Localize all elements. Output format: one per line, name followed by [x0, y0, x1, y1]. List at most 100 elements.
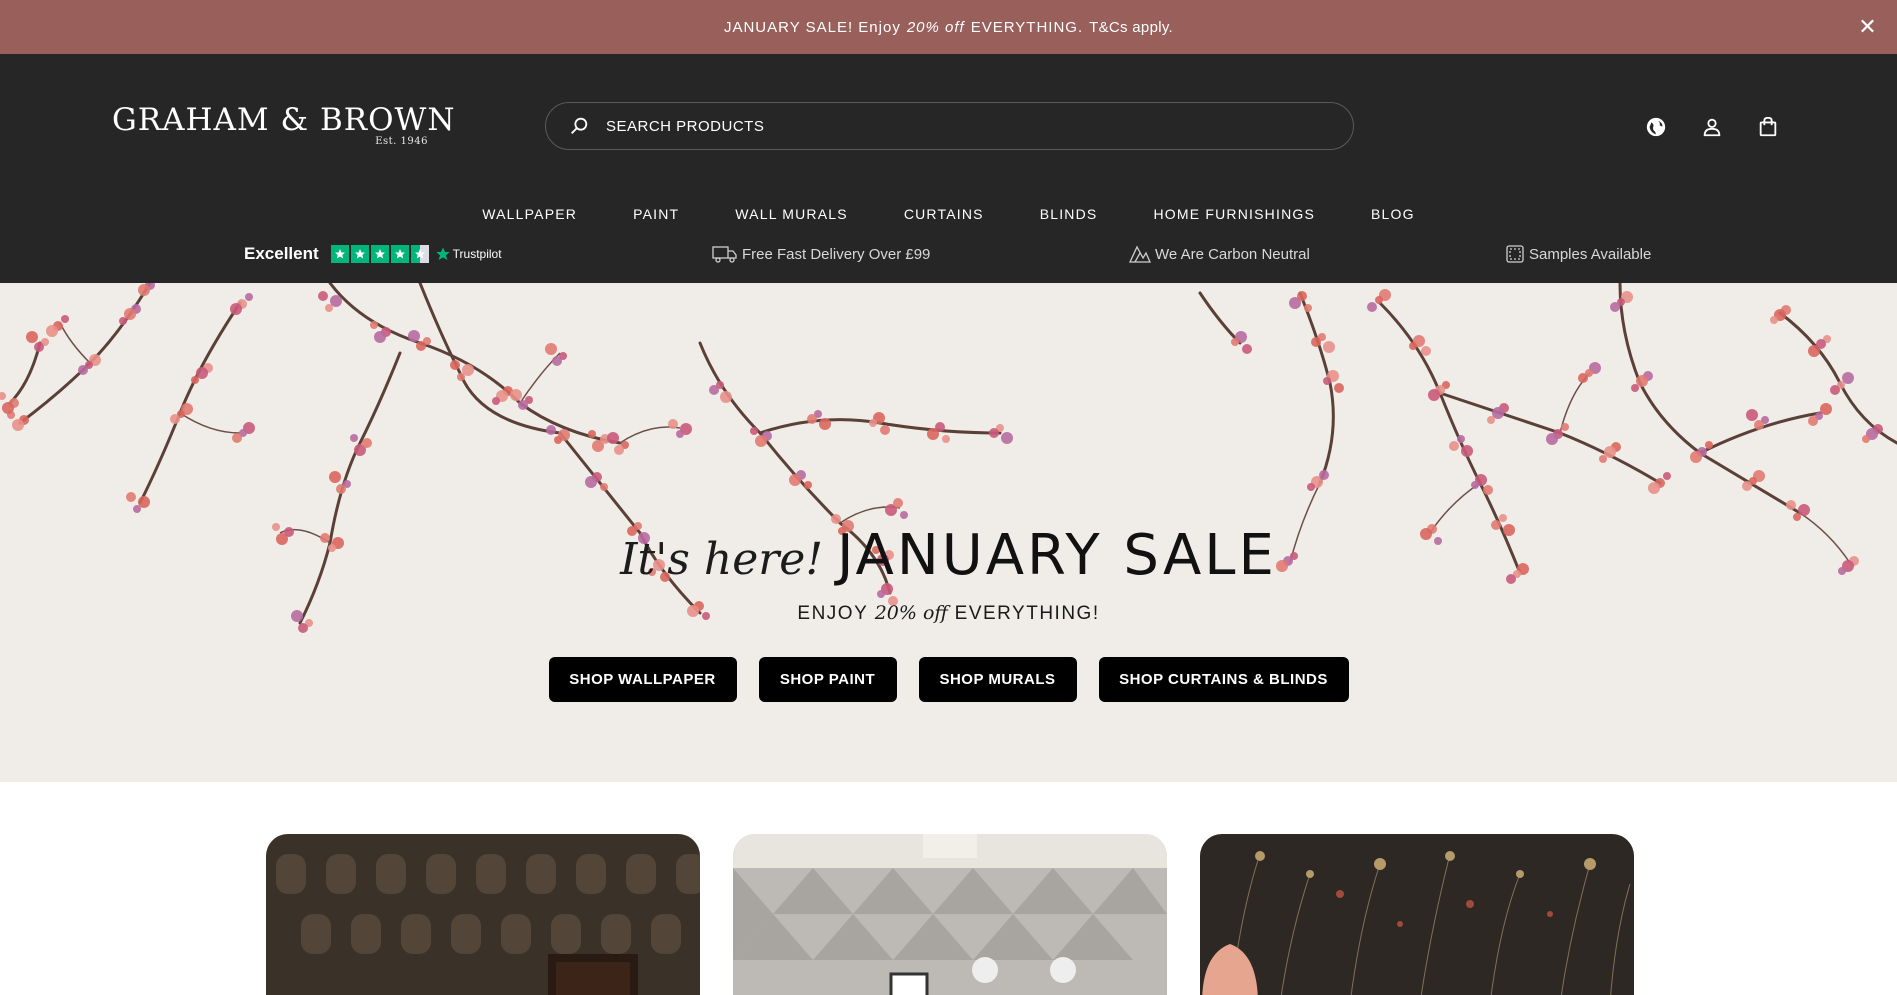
blossom-flower — [0, 392, 6, 400]
nav-wall-murals[interactable]: WALL MURALS — [707, 206, 876, 222]
blossom-flower — [869, 419, 877, 427]
nav-curtains[interactable]: CURTAINS — [876, 206, 1012, 222]
blossom-flower — [935, 422, 945, 432]
blossom-flower — [1830, 385, 1840, 395]
blossom-flower — [1409, 342, 1417, 350]
blossom-flower — [518, 400, 528, 410]
main-nav: WALLPAPER PAINT WALL MURALS CURTAINS BLI… — [0, 206, 1897, 222]
promo-terms-link[interactable]: T&Cs apply. — [1089, 19, 1173, 36]
hero-subtitle: ENJOY 20% off EVERYTHING! — [0, 602, 1897, 625]
trustpilot-stars — [330, 245, 429, 263]
trustpilot-logo: Trustpilot — [435, 246, 502, 262]
blossom-flower — [755, 435, 767, 447]
shop-curtains-blinds-button[interactable]: SHOP CURTAINS & BLINDS — [1098, 657, 1349, 702]
nav-wallpaper[interactable]: WALLPAPER — [454, 206, 605, 222]
blossom-flower — [585, 476, 597, 488]
blossom-flower — [330, 295, 342, 307]
blossom-flower — [1808, 416, 1818, 426]
blossom-flower — [1457, 435, 1465, 443]
blossom-flower — [34, 342, 44, 352]
blossom-flower — [1323, 377, 1331, 385]
blossom-flower — [750, 427, 758, 435]
nav-blinds[interactable]: BLINDS — [1012, 206, 1126, 222]
blossom-flower — [676, 430, 684, 438]
blossom-flower — [1754, 420, 1764, 430]
blossom-flower — [614, 445, 624, 455]
hero-sub-after: EVERYTHING! — [954, 603, 1100, 624]
trustpilot-widget[interactable]: Excellent Trustpilot — [244, 244, 502, 264]
blossom-flower — [545, 343, 557, 355]
globe-icon[interactable] — [1643, 114, 1669, 140]
blossom-flower — [1319, 470, 1329, 480]
blossom-flower — [230, 303, 242, 315]
blossom-flower — [1610, 302, 1620, 312]
nav-home-furnishings[interactable]: HOME FURNISHINGS — [1125, 206, 1343, 222]
search-icon[interactable] — [568, 115, 590, 137]
blossom-flower — [720, 391, 732, 403]
category-card-paint[interactable] — [733, 834, 1167, 995]
blossom-flower — [126, 492, 136, 502]
blossom-flower — [877, 590, 885, 598]
bag-icon[interactable] — [1755, 114, 1781, 140]
blossom-flower — [1311, 337, 1321, 347]
blossom-flower — [1862, 435, 1870, 443]
close-icon[interactable]: ✕ — [1853, 12, 1883, 42]
site-header: GRAHAM & BROWN Est. 1946 WALLPAPER PAINT… — [0, 54, 1897, 283]
blossom-flower — [1742, 481, 1752, 491]
blossom-flower — [880, 425, 890, 435]
blossom-flower — [1770, 316, 1778, 324]
blossom-flower — [46, 325, 58, 337]
blossom-flower — [1786, 500, 1796, 510]
logo-text: GRAHAM & BROWN — [112, 102, 456, 138]
shop-paint-button[interactable]: SHOP PAINT — [758, 657, 897, 702]
star-icon — [370, 245, 389, 263]
blossom-flower — [1816, 339, 1826, 349]
blossom-flower — [1307, 483, 1315, 491]
nav-paint[interactable]: PAINT — [605, 206, 707, 222]
search-bar[interactable] — [545, 102, 1354, 150]
usp-delivery: Free Fast Delivery Over £99 — [712, 244, 930, 264]
category-card-murals[interactable] — [1200, 834, 1634, 995]
blossom-flower — [1471, 481, 1479, 489]
blossom-flower — [170, 414, 180, 424]
blossom-flower — [362, 438, 372, 448]
blossom-flower — [370, 321, 378, 329]
blossom-flower — [552, 356, 562, 366]
shop-wallpaper-button[interactable]: SHOP WALLPAPER — [548, 657, 737, 702]
blossom-flower — [1663, 472, 1671, 480]
mountain-icon — [1129, 245, 1151, 263]
blossom-flower — [78, 365, 88, 375]
blossom-flower — [819, 418, 831, 430]
account-icon[interactable] — [1699, 114, 1725, 140]
promo-bar: JANUARY SALE! Enjoy 20% off EVERYTHING. … — [0, 0, 1897, 54]
hero-buttons: SHOP WALLPAPER SHOP PAINT SHOP MURALS SH… — [0, 657, 1897, 702]
blossom-flower — [554, 436, 562, 444]
blossom-flower — [336, 484, 346, 494]
star-icon — [390, 245, 409, 263]
trustpilot-star-icon — [435, 247, 450, 260]
usp-carbon: We Are Carbon Neutral — [1129, 244, 1310, 264]
blossom-flower — [546, 425, 556, 435]
blossom-flower — [989, 428, 999, 438]
logo[interactable]: GRAHAM & BROWN Est. 1946 — [112, 102, 456, 147]
usp-carbon-text: We Are Carbon Neutral — [1155, 245, 1310, 263]
header-icons — [1643, 114, 1781, 140]
swatch-icon — [1506, 245, 1524, 263]
blossom-flower — [1798, 504, 1810, 516]
shop-murals-button[interactable]: SHOP MURALS — [918, 657, 1077, 702]
star-icon — [350, 245, 369, 263]
promo-emphasis: 20% off — [906, 18, 965, 36]
blossom-flower — [1461, 445, 1473, 457]
star-icon — [330, 245, 349, 263]
category-card-wallpaper[interactable] — [266, 834, 700, 995]
blossom-flower — [1746, 409, 1758, 421]
nav-blog[interactable]: BLOG — [1343, 206, 1443, 222]
search-input[interactable] — [606, 117, 1306, 135]
trustpilot-label: Trustpilot — [452, 247, 502, 261]
blossom-flower — [196, 367, 208, 379]
usp-delivery-text: Free Fast Delivery Over £99 — [742, 245, 931, 263]
paint-room-image — [733, 834, 1167, 995]
blossom-flower — [1546, 433, 1558, 445]
promo-text-end: EVERYTHING. — [970, 18, 1084, 36]
blossom-flower — [807, 414, 817, 424]
